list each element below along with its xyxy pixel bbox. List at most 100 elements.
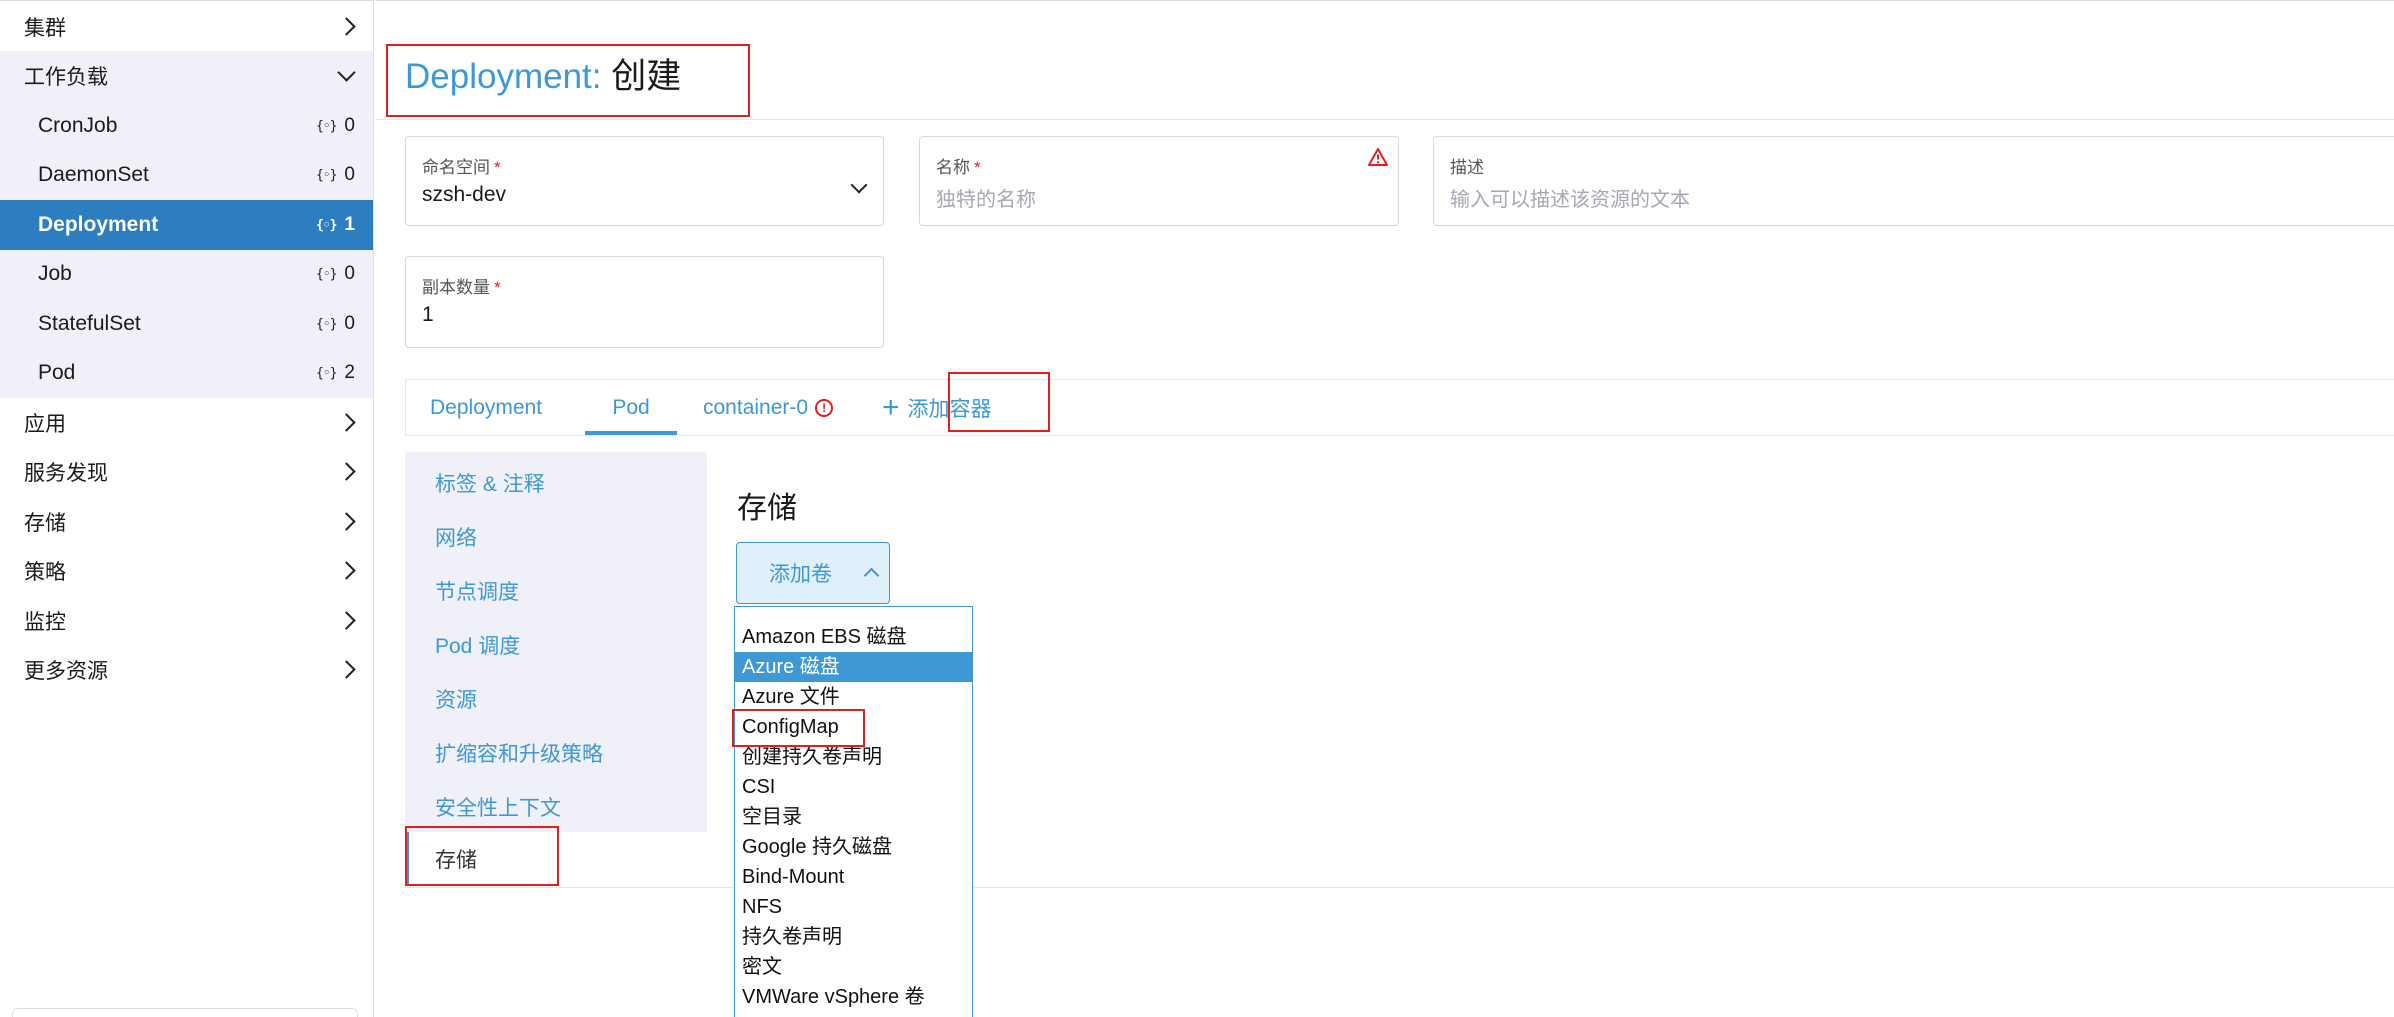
- count-value: 1: [344, 214, 355, 235]
- error-icon: !: [815, 398, 834, 417]
- tab-pod[interactable]: Pod: [585, 380, 677, 435]
- namespace-label: 命名空间 *: [422, 153, 501, 178]
- sidebar-item-cronjob[interactable]: CronJob {◦} 0: [0, 101, 373, 151]
- sidebar-item-pod[interactable]: Pod {◦} 2: [0, 348, 373, 398]
- sidebar-item-deployment[interactable]: Deployment {◦} 1: [0, 200, 373, 250]
- resource-count: {◦} 0: [316, 150, 355, 200]
- main-content: Deployment: 创建 命名空间 * szsh-dev 名称 * 独特的名称 …: [375, 0, 2394, 1017]
- volume-option-vsphere[interactable]: VMWare vSphere 卷: [735, 982, 972, 1012]
- count-value: 0: [344, 115, 355, 136]
- nav-group-apps[interactable]: 应用: [0, 398, 373, 448]
- description-field[interactable]: 描述 输入可以描述该资源的文本: [1433, 136, 2394, 226]
- workloads-subnav: CronJob {◦} 0 DaemonSet {◦} 0 Deployment {…: [0, 101, 373, 398]
- section-nav-node-scheduling[interactable]: 节点调度: [405, 564, 707, 618]
- volume-type-dropdown: Amazon EBS 磁盘 Azure 磁盘 Azure 文件 ConfigMa…: [734, 606, 973, 1017]
- sidebar-item-label: DaemonSet: [38, 163, 149, 186]
- chevron-right-icon: [337, 413, 356, 432]
- section-nav-resources[interactable]: 资源: [405, 672, 707, 726]
- sidebar-item-job[interactable]: Job {◦} 0: [0, 249, 373, 299]
- tab-container-0[interactable]: container-0 !: [703, 380, 834, 435]
- sidebar-item-label: Deployment: [38, 213, 159, 236]
- annotation-box-pod-tab: [948, 372, 1050, 432]
- namespace-select[interactable]: 命名空间 * szsh-dev: [405, 136, 884, 226]
- section-bottom-divider: [405, 887, 2394, 888]
- sidebar-item-label: Pod: [38, 361, 76, 384]
- replicas-label-text: 副本数量: [422, 278, 490, 297]
- volume-option-pvc[interactable]: 持久卷声明: [735, 922, 972, 952]
- tab-bar: Deployment Pod container-0 ! + 添加容器: [405, 379, 2394, 436]
- volume-option-nfs[interactable]: NFS: [735, 892, 972, 922]
- chevron-down-icon: [850, 176, 868, 194]
- resource-count: {◦} 1: [316, 200, 355, 250]
- name-field[interactable]: 名称 * 独特的名称: [919, 136, 1399, 226]
- resource-icon: {◦}: [315, 316, 338, 332]
- nav-group-monitoring[interactable]: 监控: [0, 596, 373, 646]
- resource-icon: {◦}: [315, 266, 338, 282]
- nav-group-label: 更多资源: [24, 660, 108, 683]
- plus-icon: +: [882, 390, 900, 424]
- volume-option-azure-file[interactable]: Azure 文件: [735, 682, 972, 712]
- nav-group-label: 策略: [24, 561, 66, 584]
- volume-option-csi[interactable]: CSI: [735, 772, 972, 802]
- count-value: 0: [344, 313, 355, 334]
- nav-group-label: 集群: [24, 17, 66, 40]
- section-nav-scaling[interactable]: 扩缩容和升级策略: [405, 726, 707, 780]
- page-title: Deployment: 创建: [405, 48, 681, 99]
- section-nav-label: 扩缩容和升级策略: [435, 743, 603, 766]
- section-nav-pod-scheduling[interactable]: Pod 调度: [405, 618, 707, 672]
- volume-option-empty-dir[interactable]: 空目录: [735, 802, 972, 832]
- namespace-value: szsh-dev: [422, 183, 507, 206]
- section-nav-labels[interactable]: 标签 & 注释: [405, 456, 707, 510]
- section-nav-label: 安全性上下文: [435, 797, 561, 820]
- chevron-right-icon: [337, 611, 356, 630]
- resource-icon: {◦}: [315, 365, 338, 381]
- resource-icon: {◦}: [315, 167, 338, 183]
- chevron-right-icon: [337, 17, 356, 36]
- warning-icon: [1368, 148, 1388, 166]
- annotation-box-storage-nav: [405, 826, 559, 886]
- nav-group-label: 应用: [24, 413, 66, 436]
- sidebar-item-label: StatefulSet: [38, 312, 141, 335]
- nav-group-more-resources[interactable]: 更多资源: [0, 645, 373, 695]
- volume-option-gce-pd[interactable]: Google 持久磁盘: [735, 832, 972, 862]
- description-placeholder: 输入可以描述该资源的文本: [1450, 189, 1690, 211]
- volume-option-bind-mount[interactable]: Bind-Mount: [735, 862, 972, 892]
- required-mark: *: [974, 158, 981, 177]
- section-nav-network[interactable]: 网络: [405, 510, 707, 564]
- volume-option-secret[interactable]: 密文: [735, 952, 972, 982]
- section-nav-label: Pod 调度: [435, 635, 521, 658]
- nav-group-cluster[interactable]: 集群: [0, 2, 373, 52]
- nav-group-policy[interactable]: 策略: [0, 546, 373, 596]
- chevron-right-icon: [337, 462, 356, 481]
- annotation-box-configmap: [732, 709, 865, 747]
- page-title-action: 创建: [611, 57, 682, 96]
- nav-group-service-discovery[interactable]: 服务发现: [0, 447, 373, 497]
- nav-group-label: 工作负载: [24, 66, 108, 89]
- sidebar-footer-panel: [12, 1008, 358, 1017]
- tab-label: Deployment: [430, 395, 543, 419]
- nav-group-label: 存储: [24, 512, 66, 535]
- count-value: 0: [344, 164, 355, 185]
- replicas-field[interactable]: 副本数量 * 1: [405, 256, 884, 348]
- chevron-down-icon: [337, 63, 356, 82]
- tab-deployment[interactable]: Deployment: [430, 380, 542, 435]
- volume-option-amazon-ebs[interactable]: Amazon EBS 磁盘: [735, 622, 972, 652]
- replicas-value: 1: [422, 303, 434, 326]
- nav-group-label: 服务发现: [24, 462, 108, 485]
- nav-group-storage[interactable]: 存储: [0, 497, 373, 547]
- tab-label: container-0: [703, 395, 809, 419]
- volume-option-azure-disk[interactable]: Azure 磁盘: [735, 652, 972, 682]
- add-volume-button[interactable]: 添加卷: [736, 542, 890, 604]
- replicas-label: 副本数量 *: [422, 273, 501, 298]
- required-mark: *: [494, 278, 501, 297]
- required-mark: *: [494, 158, 501, 177]
- chevron-right-icon: [337, 660, 356, 679]
- main-top-border: [375, 0, 2394, 1]
- nav-group-workloads[interactable]: 工作负载: [0, 51, 373, 101]
- sidebar-item-daemonset[interactable]: DaemonSet {◦} 0: [0, 150, 373, 200]
- sidebar: 集群 工作负载 CronJob {◦} 0 DaemonSet {◦} 0 Depl…: [0, 0, 374, 1017]
- storage-section-title: 存储: [737, 492, 797, 525]
- namespace-label-text: 命名空间: [422, 158, 490, 177]
- sidebar-item-statefulset[interactable]: StatefulSet {◦} 0: [0, 299, 373, 349]
- sidebar-item-label: Job: [38, 262, 72, 285]
